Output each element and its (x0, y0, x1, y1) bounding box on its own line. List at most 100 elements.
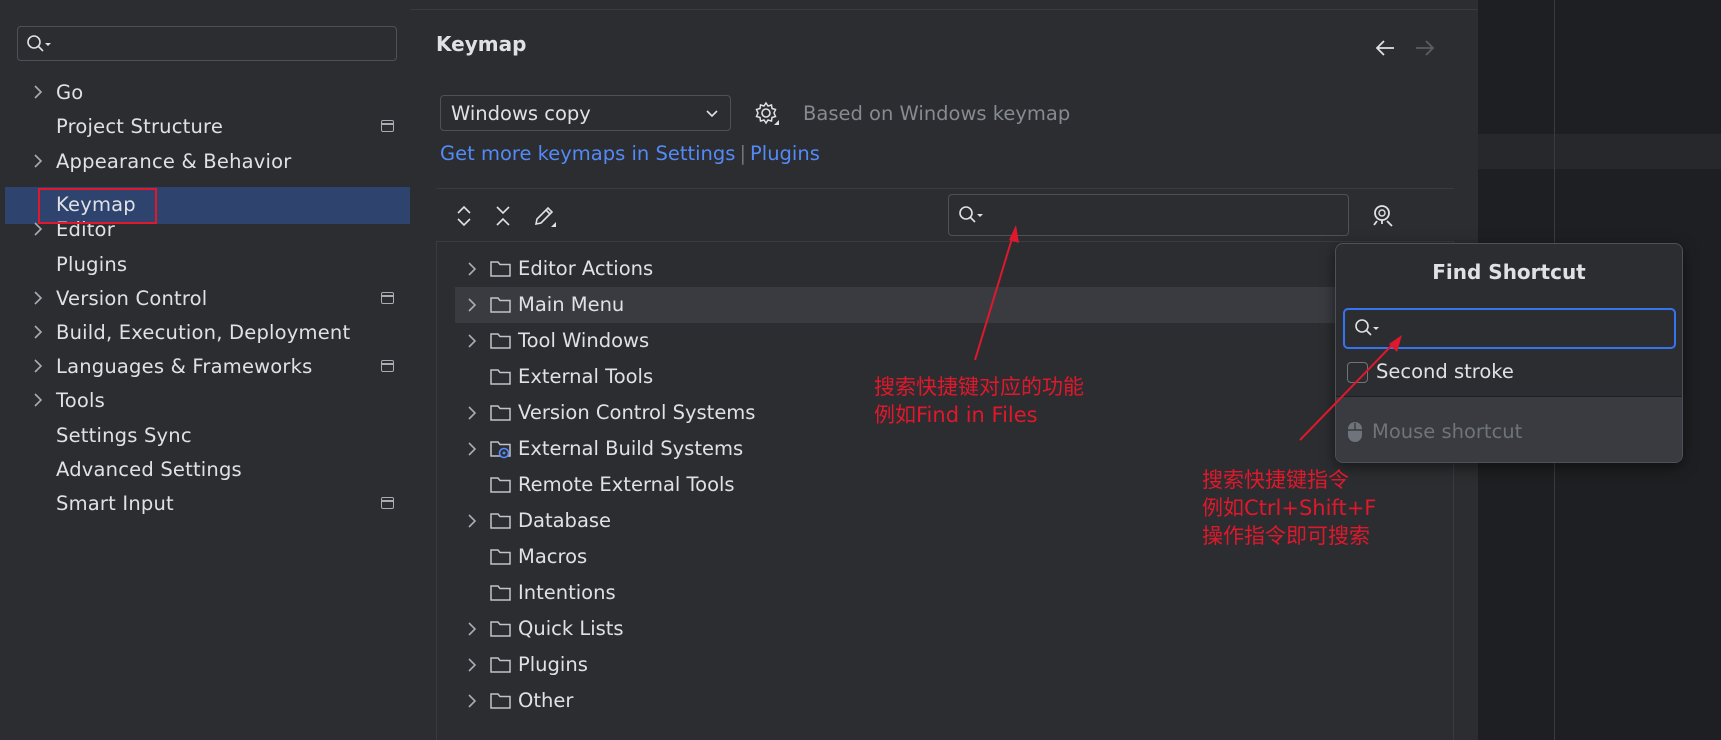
annotation-line: 操作指令即可搜索 (1202, 524, 1370, 548)
folder-icon (490, 585, 511, 601)
project-level-icon (381, 497, 394, 509)
get-keymaps-links: Get more keymaps in Settings | Plugins (440, 142, 820, 165)
expand-all-icon[interactable] (452, 204, 476, 228)
tree-row-label: Remote External Tools (518, 473, 735, 496)
chevron-right-icon[interactable] (463, 404, 481, 422)
sidebar-item-tools[interactable]: Tools (5, 382, 410, 419)
gear-icon[interactable] (754, 101, 780, 127)
folder-icon (490, 693, 511, 709)
chevron-right-icon[interactable] (463, 332, 481, 350)
tree-row[interactable]: External Build Systems (455, 431, 1355, 467)
folder-icon (490, 441, 511, 459)
sidebar-item-label: Go (56, 81, 84, 104)
second-stroke-checkbox[interactable] (1347, 362, 1368, 383)
chevron-right-icon (34, 154, 43, 168)
project-level-icon (381, 360, 394, 372)
find-by-shortcut-icon[interactable] (1370, 203, 1396, 229)
search-icon (27, 35, 51, 52)
sidebar-item-settings-sync[interactable]: Settings Sync (5, 417, 410, 454)
sidebar-item-smart-input[interactable]: Smart Input (5, 485, 410, 522)
chevron-down-icon (706, 110, 718, 118)
folder-icon (490, 549, 511, 565)
sidebar-item-appearance-behavior[interactable]: Appearance & Behavior (5, 143, 410, 180)
annotation-line: 例如Ctrl+Shift+F (1202, 496, 1377, 520)
annotation-line: 搜索快捷键对应的功能 (874, 375, 1084, 399)
tree-row-label: Editor Actions (518, 257, 654, 280)
chevron-right-icon[interactable] (463, 260, 481, 278)
sidebar-item-plugins[interactable]: Plugins (5, 246, 410, 283)
sidebar-item-label: Tools (56, 389, 106, 412)
top-divider (410, 9, 1478, 10)
folder-icon (490, 477, 511, 493)
folder-icon (490, 369, 511, 385)
settings-search-input[interactable] (17, 26, 397, 61)
tree-row[interactable]: Editor Actions (455, 251, 1355, 287)
chevron-right-icon (34, 85, 43, 99)
annotation-shortcut-search: 搜索快捷键指令 例如Ctrl+Shift+F 操作指令即可搜索 (1202, 466, 1376, 550)
action-search-input[interactable] (948, 194, 1349, 236)
tree-row[interactable]: Intentions (455, 575, 1355, 611)
chevron-right-icon[interactable] (463, 512, 481, 530)
tree-row[interactable]: Other (455, 683, 1355, 719)
folder-icon (490, 657, 511, 673)
collapse-all-icon[interactable] (491, 204, 515, 228)
tree-row[interactable]: Main Menu (455, 287, 1355, 323)
based-on-label: Based on Windows keymap (803, 102, 1071, 125)
keymap-highlight-box (38, 188, 157, 224)
popup-title: Find Shortcut (1432, 260, 1586, 284)
tree-row-label: Version Control Systems (518, 401, 756, 424)
chevron-right-icon[interactable] (463, 692, 481, 710)
sidebar-item-label: Appearance & Behavior (56, 150, 292, 173)
sidebar-item-project-structure[interactable]: Project Structure (5, 108, 410, 145)
folder-icon (490, 405, 511, 421)
annotation-line: 搜索快捷键指令 (1202, 468, 1349, 492)
chevron-right-icon[interactable] (463, 656, 481, 674)
search-icon (959, 206, 983, 223)
sidebar-item-advanced-settings[interactable]: Advanced Settings (5, 451, 410, 488)
mouse-shortcut-label: Mouse shortcut (1372, 420, 1523, 443)
tree-row-label: Main Menu (518, 293, 625, 316)
tree-row-label: Plugins (518, 653, 588, 676)
sidebar-item-label: Smart Input (56, 492, 174, 515)
shortcut-input[interactable] (1343, 308, 1676, 349)
sidebar-item-build-execution-deployment[interactable]: Build, Execution, Deployment (5, 314, 410, 351)
chevron-right-icon (34, 291, 43, 305)
tree-row-label: Intentions (518, 581, 616, 604)
mouse-icon (1348, 422, 1362, 442)
forward-arrow-icon[interactable] (1413, 38, 1437, 58)
tree-row-label: External Build Systems (518, 437, 744, 460)
plugins-link[interactable]: Plugins (750, 142, 820, 165)
sidebar-item-label: Settings Sync (56, 424, 192, 447)
folder-icon (490, 513, 511, 529)
chevron-right-icon[interactable] (463, 620, 481, 638)
project-level-icon (381, 292, 394, 304)
tree-row[interactable]: Quick Lists (455, 611, 1355, 647)
mouse-shortcut-area[interactable]: Mouse shortcut (1336, 397, 1682, 462)
annotation-function-search: 搜索快捷键对应的功能 例如Find in Files (874, 373, 1084, 429)
sidebar-item-label: Build, Execution, Deployment (56, 321, 351, 344)
second-stroke-label: Second stroke (1376, 360, 1514, 383)
folder-icon (490, 297, 511, 313)
folder-icon (490, 261, 511, 277)
tree-row[interactable]: Tool Windows (455, 323, 1355, 359)
edit-shortcut-icon[interactable] (532, 204, 556, 228)
chevron-right-icon[interactable] (463, 440, 481, 458)
get-keymaps-link[interactable]: Get more keymaps in Settings (440, 142, 735, 165)
sidebar-item-version-control[interactable]: Version Control (5, 280, 410, 317)
tree-row-label: Other (518, 689, 574, 712)
sidebar-item-languages-frameworks[interactable]: Languages & Frameworks (5, 348, 410, 385)
toolbar-divider (436, 188, 1454, 189)
sidebar-item-go[interactable]: Go (5, 74, 410, 111)
folder-icon (490, 333, 511, 349)
keymap-select-value: Windows copy (451, 102, 591, 125)
keymap-select[interactable]: Windows copy (440, 95, 731, 131)
back-arrow-icon[interactable] (1373, 38, 1397, 58)
project-level-icon (381, 120, 394, 132)
page-title: Keymap (436, 32, 527, 56)
settings-sidebar: Go Project Structure Appearance & Behavi… (0, 0, 410, 740)
chevron-right-icon[interactable] (463, 296, 481, 314)
chevron-right-icon (34, 325, 43, 339)
folder-icon (490, 621, 511, 637)
tree-row[interactable]: Plugins (455, 647, 1355, 683)
sidebar-item-label: Project Structure (56, 115, 224, 138)
